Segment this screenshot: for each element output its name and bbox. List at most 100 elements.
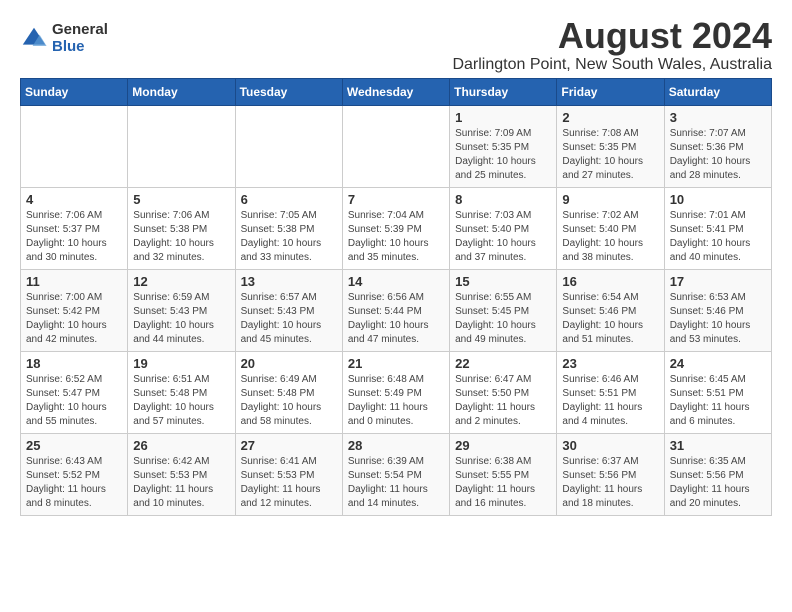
day-number: 18 <box>26 356 122 371</box>
day-cell: 27Sunrise: 6:41 AM Sunset: 5:53 PM Dayli… <box>235 433 342 515</box>
day-cell: 9Sunrise: 7:02 AM Sunset: 5:40 PM Daylig… <box>557 187 664 269</box>
day-cell: 2Sunrise: 7:08 AM Sunset: 5:35 PM Daylig… <box>557 105 664 187</box>
day-number: 5 <box>133 192 229 207</box>
day-number: 16 <box>562 274 658 289</box>
day-number: 10 <box>670 192 766 207</box>
day-cell: 3Sunrise: 7:07 AM Sunset: 5:36 PM Daylig… <box>664 105 771 187</box>
day-number: 17 <box>670 274 766 289</box>
header-cell-wednesday: Wednesday <box>342 78 449 105</box>
day-detail: Sunrise: 6:51 AM Sunset: 5:48 PM Dayligh… <box>133 373 229 429</box>
day-cell: 10 Sunrise: 7:01 AM Sunset: 5:41 PM Dayli… <box>664 187 771 269</box>
day-number: 6 <box>241 192 337 207</box>
day-detail: Sunrise: 6:42 AM Sunset: 5:53 PM Dayligh… <box>133 455 229 511</box>
week-row-5: 25 Sunrise: 6:43 AM Sunset: 5:52 PM Dayli… <box>21 433 772 515</box>
header-cell-tuesday: Tuesday <box>235 78 342 105</box>
day-detail: Sunrise: 6:45 AM Sunset: 5:51 PM Dayligh… <box>670 373 766 429</box>
day-cell: 11Sunrise: 7:00 AM Sunset: 5:42 PM Dayli… <box>21 269 128 351</box>
week-row-3: 11Sunrise: 7:00 AM Sunset: 5:42 PM Dayli… <box>21 269 772 351</box>
day-number: 25 <box>26 438 122 453</box>
logo: General Blue <box>20 22 108 55</box>
day-number: 27 <box>241 438 337 453</box>
day-detail: Sunrise: 6:48 AM Sunset: 5:49 PM Dayligh… <box>348 373 444 429</box>
day-cell: 24 Sunrise: 6:45 AM Sunset: 5:51 PM Dayli… <box>664 351 771 433</box>
day-number: 31 <box>670 438 766 453</box>
day-cell: 26 Sunrise: 6:42 AM Sunset: 5:53 PM Dayli… <box>128 433 235 515</box>
day-detail: Sunrise: 6:46 AM Sunset: 5:51 PM Dayligh… <box>562 373 658 429</box>
day-number: 1 <box>455 110 551 125</box>
header-row: SundayMondayTuesdayWednesdayThursdayFrid… <box>21 78 772 105</box>
day-detail: Sunrise: 6:55 AM Sunset: 5:45 PM Dayligh… <box>455 291 551 347</box>
subtitle: Darlington Point, New South Wales, Austr… <box>452 56 772 74</box>
day-cell: 5 Sunrise: 7:06 AM Sunset: 5:38 PM Daylig… <box>128 187 235 269</box>
week-row-1: 1 Sunrise: 7:09 AM Sunset: 5:35 PM Daylig… <box>21 105 772 187</box>
day-detail: Sunrise: 7:05 AM Sunset: 5:38 PM Dayligh… <box>241 209 337 265</box>
day-detail: Sunrise: 6:35 AM Sunset: 5:56 PM Dayligh… <box>670 455 766 511</box>
day-cell: 21Sunrise: 6:48 AM Sunset: 5:49 PM Dayli… <box>342 351 449 433</box>
day-cell <box>235 105 342 187</box>
calendar-header: SundayMondayTuesdayWednesdayThursdayFrid… <box>21 78 772 105</box>
logo-text: General Blue <box>52 22 108 55</box>
logo-general: General <box>52 22 108 39</box>
day-detail: Sunrise: 6:54 AM Sunset: 5:46 PM Dayligh… <box>562 291 658 347</box>
day-detail: Sunrise: 6:57 AM Sunset: 5:43 PM Dayligh… <box>241 291 337 347</box>
main-title: August 2024 <box>452 16 772 56</box>
day-detail: Sunrise: 7:06 AM Sunset: 5:37 PM Dayligh… <box>26 209 122 265</box>
day-detail: Sunrise: 7:03 AM Sunset: 5:40 PM Dayligh… <box>455 209 551 265</box>
day-number: 23 <box>562 356 658 371</box>
week-row-4: 18 Sunrise: 6:52 AM Sunset: 5:47 PM Dayli… <box>21 351 772 433</box>
day-number: 19 <box>133 356 229 371</box>
day-detail: Sunrise: 7:06 AM Sunset: 5:38 PM Dayligh… <box>133 209 229 265</box>
logo-icon <box>20 25 48 53</box>
day-detail: Sunrise: 6:53 AM Sunset: 5:46 PM Dayligh… <box>670 291 766 347</box>
day-cell: 7Sunrise: 7:04 AM Sunset: 5:39 PM Daylig… <box>342 187 449 269</box>
day-detail: Sunrise: 6:52 AM Sunset: 5:47 PM Dayligh… <box>26 373 122 429</box>
day-cell: 22 Sunrise: 6:47 AM Sunset: 5:50 PM Dayli… <box>450 351 557 433</box>
title-area: August 2024 Darlington Point, New South … <box>452 16 772 74</box>
day-cell: 30Sunrise: 6:37 AM Sunset: 5:56 PM Dayli… <box>557 433 664 515</box>
day-detail: Sunrise: 6:47 AM Sunset: 5:50 PM Dayligh… <box>455 373 551 429</box>
header-cell-sunday: Sunday <box>21 78 128 105</box>
day-number: 29 <box>455 438 551 453</box>
day-cell: 8 Sunrise: 7:03 AM Sunset: 5:40 PM Daylig… <box>450 187 557 269</box>
logo-blue: Blue <box>52 39 108 56</box>
day-number: 15 <box>455 274 551 289</box>
day-cell: 19 Sunrise: 6:51 AM Sunset: 5:48 PM Dayli… <box>128 351 235 433</box>
calendar-table: SundayMondayTuesdayWednesdayThursdayFrid… <box>20 78 772 516</box>
day-cell: 12 Sunrise: 6:59 AM Sunset: 5:43 PM Dayli… <box>128 269 235 351</box>
calendar-body: 1 Sunrise: 7:09 AM Sunset: 5:35 PM Daylig… <box>21 105 772 515</box>
day-detail: Sunrise: 7:01 AM Sunset: 5:41 PM Dayligh… <box>670 209 766 265</box>
day-cell <box>342 105 449 187</box>
day-number: 7 <box>348 192 444 207</box>
header: General Blue August 2024 Darlington Poin… <box>20 16 772 74</box>
day-cell: 28Sunrise: 6:39 AM Sunset: 5:54 PM Dayli… <box>342 433 449 515</box>
day-cell: 17 Sunrise: 6:53 AM Sunset: 5:46 PM Dayli… <box>664 269 771 351</box>
day-cell: 13Sunrise: 6:57 AM Sunset: 5:43 PM Dayli… <box>235 269 342 351</box>
day-detail: Sunrise: 6:59 AM Sunset: 5:43 PM Dayligh… <box>133 291 229 347</box>
day-detail: Sunrise: 7:08 AM Sunset: 5:35 PM Dayligh… <box>562 127 658 183</box>
day-number: 20 <box>241 356 337 371</box>
day-cell: 4Sunrise: 7:06 AM Sunset: 5:37 PM Daylig… <box>21 187 128 269</box>
day-detail: Sunrise: 6:43 AM Sunset: 5:52 PM Dayligh… <box>26 455 122 511</box>
day-detail: Sunrise: 7:00 AM Sunset: 5:42 PM Dayligh… <box>26 291 122 347</box>
day-number: 24 <box>670 356 766 371</box>
day-number: 26 <box>133 438 229 453</box>
day-number: 12 <box>133 274 229 289</box>
day-detail: Sunrise: 6:56 AM Sunset: 5:44 PM Dayligh… <box>348 291 444 347</box>
day-cell: 16 Sunrise: 6:54 AM Sunset: 5:46 PM Dayli… <box>557 269 664 351</box>
day-number: 9 <box>562 192 658 207</box>
day-cell: 29 Sunrise: 6:38 AM Sunset: 5:55 PM Dayli… <box>450 433 557 515</box>
day-number: 8 <box>455 192 551 207</box>
day-number: 22 <box>455 356 551 371</box>
day-number: 28 <box>348 438 444 453</box>
week-row-2: 4Sunrise: 7:06 AM Sunset: 5:37 PM Daylig… <box>21 187 772 269</box>
day-cell: 31 Sunrise: 6:35 AM Sunset: 5:56 PM Dayli… <box>664 433 771 515</box>
day-detail: Sunrise: 6:38 AM Sunset: 5:55 PM Dayligh… <box>455 455 551 511</box>
header-cell-friday: Friday <box>557 78 664 105</box>
day-number: 3 <box>670 110 766 125</box>
day-number: 14 <box>348 274 444 289</box>
day-cell <box>21 105 128 187</box>
day-cell: 6 Sunrise: 7:05 AM Sunset: 5:38 PM Daylig… <box>235 187 342 269</box>
day-detail: Sunrise: 7:09 AM Sunset: 5:35 PM Dayligh… <box>455 127 551 183</box>
day-cell: 18 Sunrise: 6:52 AM Sunset: 5:47 PM Dayli… <box>21 351 128 433</box>
header-cell-thursday: Thursday <box>450 78 557 105</box>
